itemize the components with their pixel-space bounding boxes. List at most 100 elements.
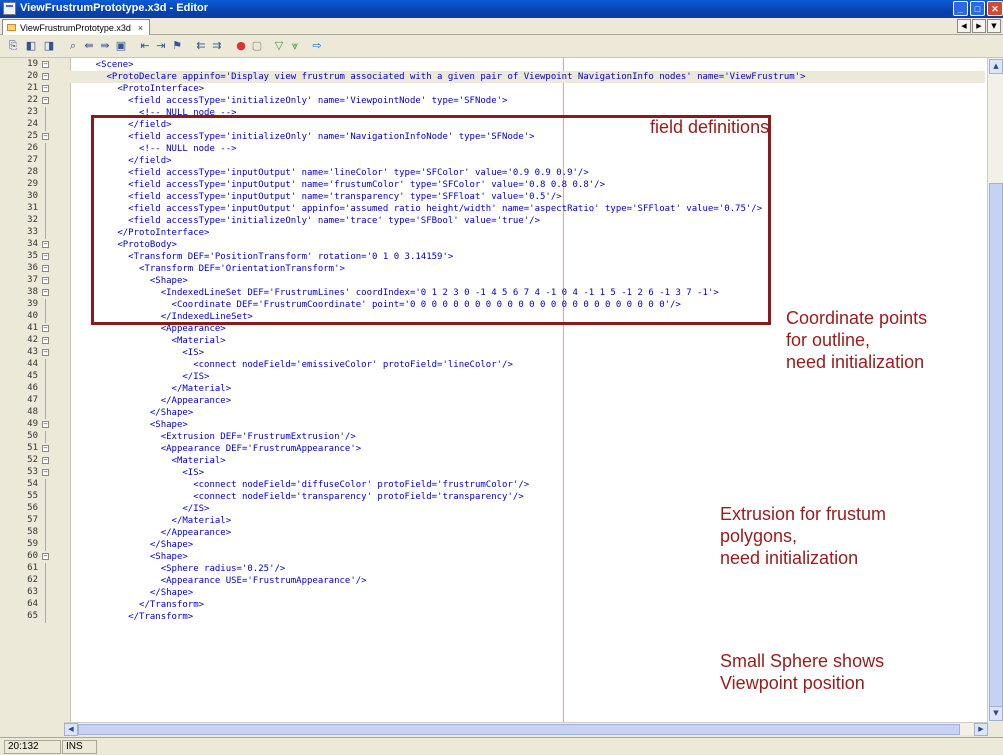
vertical-scroll-thumb[interactable] bbox=[989, 183, 1003, 720]
last-edit-icon[interactable]: ⎘ bbox=[6, 39, 20, 53]
fold-toggle-icon[interactable]: − bbox=[42, 133, 49, 140]
code-line[interactable]: 22− <field accessType='initializeOnly' n… bbox=[0, 95, 985, 107]
check-xml-icon[interactable]: ▽ bbox=[272, 39, 286, 53]
find-next-icon[interactable]: ⇛ bbox=[98, 39, 112, 53]
tab-scroll-right-icon[interactable]: ▶ bbox=[972, 19, 986, 33]
shift-left-icon[interactable]: ⇇ bbox=[194, 39, 208, 53]
fold-guide bbox=[45, 407, 46, 419]
code-line[interactable]: 55 <connect nodeField='transparency' pro… bbox=[0, 491, 985, 503]
code-line[interactable]: 63 </Shape> bbox=[0, 587, 985, 599]
scroll-right-icon[interactable]: ▶ bbox=[974, 723, 988, 736]
back-icon[interactable]: ◧ bbox=[24, 39, 38, 53]
validate-xml-icon[interactable]: ⩔ bbox=[288, 39, 302, 53]
code-line[interactable]: 19− <Scene> bbox=[0, 59, 985, 71]
fold-guide bbox=[45, 383, 46, 395]
line-number: 19 bbox=[27, 59, 38, 69]
fold-toggle-icon[interactable]: − bbox=[42, 277, 49, 284]
fold-toggle-icon[interactable]: − bbox=[42, 61, 49, 68]
code-text: </Appearance> bbox=[74, 396, 232, 406]
fold-toggle-icon[interactable]: − bbox=[42, 85, 49, 92]
tab-list-dropdown-icon[interactable]: ▼ bbox=[987, 19, 1001, 33]
fold-guide bbox=[45, 299, 46, 311]
find-previous-icon[interactable]: ⇚ bbox=[82, 39, 96, 53]
forward-icon[interactable]: ◨ bbox=[42, 39, 56, 53]
code-text: </Material> bbox=[74, 516, 232, 526]
line-number: 45 bbox=[27, 371, 38, 381]
code-line[interactable]: 54 <connect nodeField='diffuseColor' pro… bbox=[0, 479, 985, 491]
horizontal-scroll-thumb[interactable] bbox=[78, 724, 960, 735]
fold-toggle-icon[interactable]: − bbox=[42, 265, 49, 272]
code-text: <connect nodeField='emissiveColor' proto… bbox=[74, 360, 513, 370]
code-text: </IS> bbox=[74, 372, 210, 382]
code-line[interactable]: 65 </Transform> bbox=[0, 611, 985, 623]
fold-toggle-icon[interactable]: − bbox=[42, 241, 49, 248]
window-title: ViewFrustrumPrototype.x3d - Editor bbox=[20, 2, 209, 14]
code-text: </IS> bbox=[74, 504, 210, 514]
line-number: 41 bbox=[27, 323, 38, 333]
tab-scroll-left-icon[interactable]: ◀ bbox=[957, 19, 971, 33]
line-number: 30 bbox=[27, 191, 38, 201]
fold-guide bbox=[45, 311, 46, 323]
code-text: <field accessType='initializeOnly' name=… bbox=[74, 96, 508, 106]
previous-bookmark-icon[interactable]: ⇤ bbox=[138, 39, 152, 53]
scroll-up-icon[interactable]: ▲ bbox=[989, 59, 1003, 74]
fold-toggle-icon[interactable]: − bbox=[42, 421, 49, 428]
find-selection-icon[interactable]: ⌕ bbox=[66, 39, 80, 53]
code-line[interactable]: 52− <Material> bbox=[0, 455, 985, 467]
fold-toggle-icon[interactable]: − bbox=[42, 445, 49, 452]
scroll-down-icon[interactable]: ▼ bbox=[989, 706, 1003, 721]
toggle-bookmark-icon[interactable]: ⚑ bbox=[170, 39, 184, 53]
tab-close-icon[interactable]: × bbox=[138, 21, 143, 35]
close-window-button[interactable]: ✕ bbox=[987, 1, 1003, 16]
shift-right-icon[interactable]: ⇉ bbox=[210, 39, 224, 53]
fold-toggle-icon[interactable]: − bbox=[42, 289, 49, 296]
code-line[interactable]: 21− <ProtoInterface> bbox=[0, 83, 985, 95]
maximize-button[interactable]: □ bbox=[970, 1, 985, 16]
stop-macro-icon[interactable]: ▢ bbox=[250, 39, 264, 53]
horizontal-scrollbar[interactable]: ◀ ▶ bbox=[64, 722, 988, 736]
fold-toggle-icon[interactable]: − bbox=[42, 553, 49, 560]
line-number: 63 bbox=[27, 587, 38, 597]
fold-toggle-icon[interactable]: − bbox=[42, 73, 49, 80]
next-bookmark-icon[interactable]: ⇥ bbox=[154, 39, 168, 53]
code-line[interactable]: 48 </Shape> bbox=[0, 407, 985, 419]
fold-toggle-icon[interactable]: − bbox=[42, 469, 49, 476]
fold-guide bbox=[45, 599, 46, 611]
code-line[interactable]: 53− <IS> bbox=[0, 467, 985, 479]
xsl-transform-icon[interactable]: ⇨ bbox=[310, 39, 324, 53]
code-line[interactable]: 64 </Transform> bbox=[0, 599, 985, 611]
code-line[interactable]: 20− <ProtoDeclare appinfo='Display view … bbox=[0, 71, 985, 83]
code-text: </Shape> bbox=[74, 588, 194, 598]
code-editor[interactable]: 19− <Scene> 20− <ProtoDeclare appinfo='Di… bbox=[0, 58, 1003, 722]
code-text: <Appearance USE='FrustrumAppearance'/> bbox=[74, 576, 367, 586]
code-line[interactable]: 50 <Extrusion DEF='FrustrumExtrusion'/> bbox=[0, 431, 985, 443]
fold-guide bbox=[45, 431, 46, 443]
fold-guide bbox=[45, 491, 46, 503]
minimize-button[interactable]: _ bbox=[953, 1, 968, 16]
fold-guide bbox=[45, 479, 46, 491]
tab-viewfrustrumprototype[interactable]: ViewFrustrumPrototype.x3d × bbox=[2, 19, 151, 35]
fold-guide bbox=[45, 563, 46, 575]
fold-toggle-icon[interactable]: − bbox=[42, 253, 49, 260]
line-number: 47 bbox=[27, 395, 38, 405]
scroll-left-icon[interactable]: ◀ bbox=[64, 723, 78, 736]
code-line[interactable]: 51− <Appearance DEF='FrustrumAppearance'… bbox=[0, 443, 985, 455]
code-line[interactable]: 49− <Shape> bbox=[0, 419, 985, 431]
fold-toggle-icon[interactable]: − bbox=[42, 457, 49, 464]
code-line[interactable]: 46 </Material> bbox=[0, 383, 985, 395]
start-macro-icon[interactable]: ● bbox=[234, 39, 248, 53]
code-text: </Shape> bbox=[74, 408, 194, 418]
code-text: <Material> bbox=[74, 336, 226, 346]
fold-toggle-icon[interactable]: − bbox=[42, 97, 49, 104]
vertical-scrollbar[interactable]: ▲ ▼ bbox=[987, 58, 1003, 722]
fold-toggle-icon[interactable]: − bbox=[42, 337, 49, 344]
line-number: 27 bbox=[27, 155, 38, 165]
code-line[interactable]: 47 </Appearance> bbox=[0, 395, 985, 407]
line-number: 51 bbox=[27, 443, 38, 453]
fold-toggle-icon[interactable]: − bbox=[42, 349, 49, 356]
fold-guide bbox=[45, 179, 46, 191]
fold-toggle-icon[interactable]: − bbox=[42, 325, 49, 332]
toggle-highlight-icon[interactable]: ▣ bbox=[114, 39, 128, 53]
code-line[interactable]: 62 <Appearance USE='FrustrumAppearance'/… bbox=[0, 575, 985, 587]
line-number: 52 bbox=[27, 455, 38, 465]
